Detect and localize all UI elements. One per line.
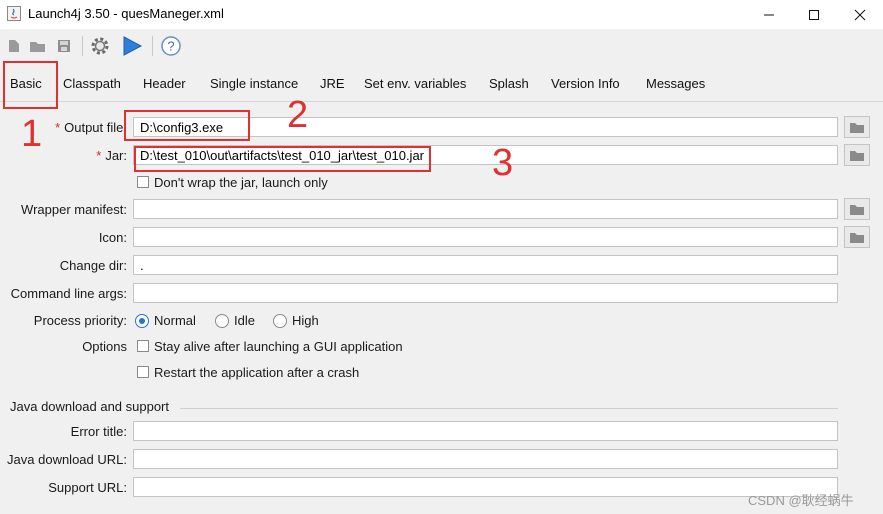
minimize-button[interactable] (746, 0, 792, 29)
error-title-label: Error title: (70, 424, 127, 439)
folder-icon (850, 150, 864, 161)
priority-normal-radio[interactable] (135, 314, 149, 328)
jar-label: * Jar: (96, 148, 127, 163)
maximize-icon (809, 9, 819, 20)
priority-normal-label: Normal (154, 313, 196, 328)
output-file-browse-button[interactable] (844, 116, 870, 138)
run-button[interactable] (120, 34, 144, 58)
help-icon: ? (161, 36, 181, 56)
java-download-section-title: Java download and support (10, 399, 170, 414)
options-label: Options (82, 339, 127, 354)
save-icon (58, 40, 70, 52)
priority-idle-radio[interactable] (215, 314, 229, 328)
tab-classpath[interactable]: Classpath (63, 76, 121, 91)
annotation-number-2: 2 (287, 94, 309, 136)
close-icon (854, 9, 866, 20)
close-button[interactable] (837, 0, 883, 29)
minimize-icon (764, 14, 774, 15)
save-button[interactable] (52, 34, 76, 58)
support-url-label: Support URL: (48, 480, 127, 495)
new-file-icon (9, 40, 19, 52)
restart-checkbox[interactable] (137, 366, 149, 378)
wrapper-manifest-label: Wrapper manifest: (21, 202, 127, 217)
folder-icon (850, 232, 864, 243)
icon-label: Icon: (98, 230, 127, 245)
wrapper-manifest-browse-button[interactable] (844, 198, 870, 220)
folder-icon (850, 122, 864, 133)
dont-wrap-checkbox[interactable] (137, 176, 149, 188)
error-title-field[interactable] (133, 421, 838, 441)
stay-alive-checkbox[interactable] (137, 340, 149, 352)
toolbar-separator (152, 36, 153, 56)
jar-browse-button[interactable] (844, 144, 870, 166)
maximize-button[interactable] (791, 0, 837, 29)
icon-field[interactable] (133, 227, 838, 247)
tab-single-instance[interactable]: Single instance (210, 76, 298, 91)
annotation-box-output-file (124, 110, 250, 141)
tab-header[interactable]: Header (143, 76, 186, 91)
process-priority-label: Process priority: (33, 313, 127, 328)
output-file-label: * Output file: (55, 120, 127, 135)
build-button[interactable] (88, 34, 112, 58)
tab-splash[interactable]: Splash (489, 76, 529, 91)
toolbar-separator (82, 36, 83, 56)
support-url-field[interactable] (133, 477, 838, 497)
jar-label-text: Jar: (105, 148, 127, 163)
open-folder-icon (30, 42, 45, 52)
stay-alive-label: Stay alive after launching a GUI applica… (154, 339, 403, 354)
command-line-args-label: Command line args: (10, 286, 127, 301)
section-divider (180, 408, 838, 409)
annotation-box-jar (134, 146, 431, 172)
java-download-url-field[interactable] (133, 449, 838, 469)
run-play-icon (123, 36, 143, 56)
tab-set-env-variables[interactable]: Set env. variables (364, 76, 466, 91)
output-file-label-text: Output file: (64, 120, 127, 135)
dont-wrap-label: Don't wrap the jar, launch only (154, 175, 328, 190)
java-download-url-label: Java download URL: (7, 452, 127, 467)
annotation-number-1: 1 (21, 113, 43, 155)
folder-icon (850, 204, 864, 215)
priority-high-label: High (292, 313, 319, 328)
tab-version-info[interactable]: Version Info (551, 76, 620, 91)
tab-jre[interactable]: JRE (320, 76, 345, 91)
tab-messages[interactable]: Messages (646, 76, 705, 91)
java-app-icon (7, 6, 21, 21)
watermark: CSDN @耿经蜗牛 (748, 493, 854, 508)
wrapper-manifest-field[interactable] (133, 199, 838, 219)
build-gear-icon (91, 37, 109, 55)
change-dir-label: Change dir: (59, 258, 127, 273)
icon-browse-button[interactable] (844, 226, 870, 248)
annotation-number-3: 3 (492, 142, 514, 184)
window-title: Launch4j 3.50 - quesManeger.xml (28, 6, 224, 21)
priority-high-radio[interactable] (273, 314, 287, 328)
tab-divider (0, 101, 883, 102)
required-mark: * (55, 120, 61, 135)
svg-text:?: ? (167, 39, 174, 54)
new-button[interactable] (2, 34, 26, 58)
open-button[interactable] (26, 34, 50, 58)
priority-idle-label: Idle (234, 313, 255, 328)
help-button[interactable]: ? (159, 34, 183, 58)
restart-label: Restart the application after a crash (154, 365, 360, 380)
annotation-box-basic-tab (3, 61, 58, 109)
command-line-args-field[interactable] (133, 283, 838, 303)
required-mark: * (96, 148, 102, 163)
change-dir-field[interactable]: . (133, 255, 838, 275)
